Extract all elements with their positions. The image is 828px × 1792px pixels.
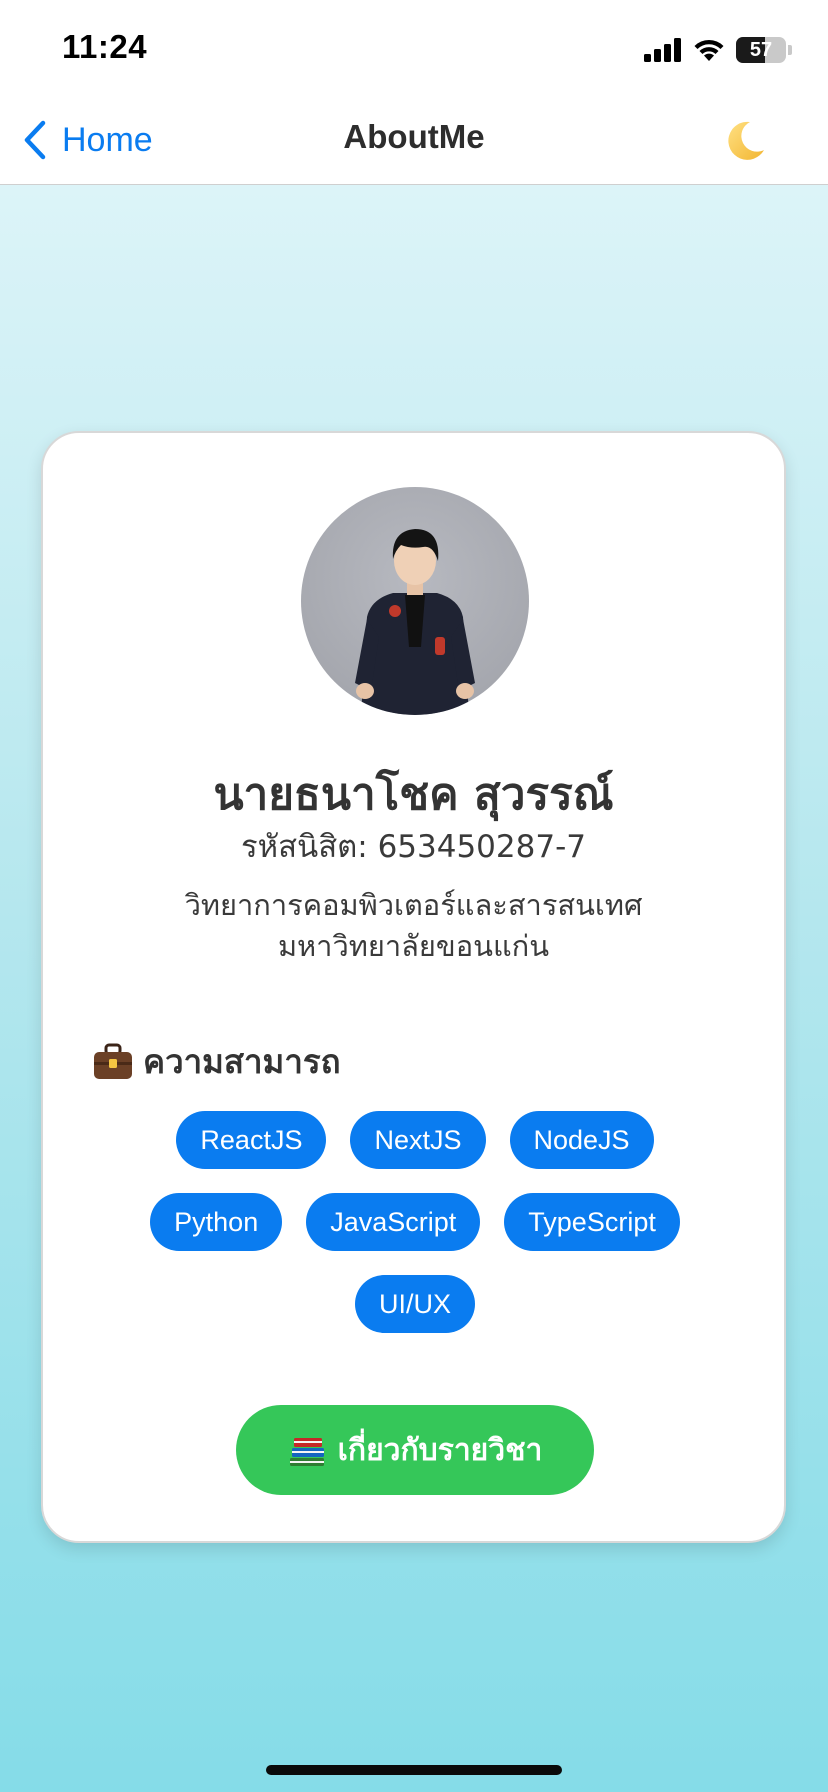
skills-heading: ความสามารถ <box>93 1035 341 1088</box>
skill-chip[interactable]: UI/UX <box>354 1275 475 1333</box>
skills-list: ReactJS NextJS NodeJS Python JavaScript … <box>113 1111 717 1333</box>
profile-photo <box>355 529 475 715</box>
profile-name: นายธนาโชค สุวรรณ์ <box>213 769 614 820</box>
wifi-icon <box>694 39 724 61</box>
cellular-signal-icon <box>644 38 681 62</box>
page-title: AboutMe <box>343 118 485 155</box>
skill-chip[interactable]: ReactJS <box>176 1111 327 1169</box>
battery-level: 57 <box>749 39 773 61</box>
about-course-button[interactable]: เกี่ยวกับรายวิชา <box>236 1405 594 1495</box>
battery-nub <box>788 45 792 55</box>
briefcase-icon <box>94 1043 132 1079</box>
profile-card: นายธนาโชค สุวรรณ์ รหัสนิสิต: 653450287-7… <box>41 431 786 1543</box>
skill-chip[interactable]: TypeScript <box>504 1193 680 1251</box>
student-id: รหัสนิสิต: 653450287-7 <box>241 829 586 865</box>
university: มหาวิทยาลัยขอนแก่น <box>277 929 550 963</box>
skill-chip[interactable]: JavaScript <box>306 1193 481 1251</box>
skill-chip[interactable]: NextJS <box>350 1111 486 1169</box>
status-bar: 11:24 57 <box>0 0 828 96</box>
books-icon <box>289 1438 324 1466</box>
skills-heading-label: ความสามารถ <box>143 1042 341 1081</box>
navigation-bar: Home AboutMe <box>0 96 828 185</box>
home-indicator[interactable] <box>266 1765 562 1775</box>
about-course-button-label: เกี่ยวกับรายวิชา <box>337 1432 543 1468</box>
battery-icon: 57 <box>736 37 786 63</box>
department: วิทยาการคอมพิวเตอร์และสารสนเทศ <box>184 888 643 922</box>
skill-chip[interactable]: NodeJS <box>509 1111 654 1169</box>
status-icons: 57 <box>644 34 792 66</box>
avatar <box>301 487 529 715</box>
theme-toggle-button[interactable] <box>720 116 770 166</box>
skill-chip[interactable]: Python <box>150 1193 283 1251</box>
crescent-moon-icon <box>728 121 764 160</box>
status-time: 11:24 <box>62 28 148 65</box>
